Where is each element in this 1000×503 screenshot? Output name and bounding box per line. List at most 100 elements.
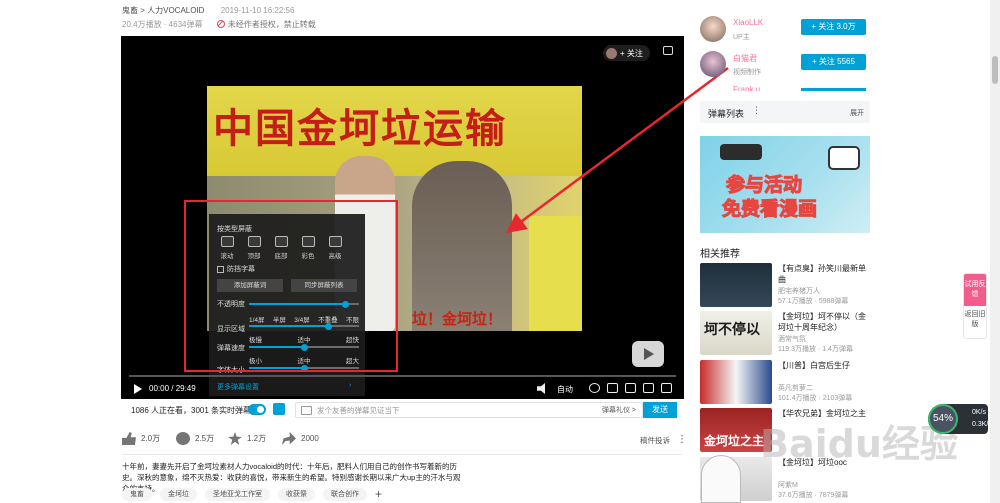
speed-percent: 54%: [928, 404, 958, 434]
uploader-name[interactable]: XiaoLLK: [733, 18, 763, 27]
uploader-name[interactable]: 白猫君: [733, 53, 757, 64]
widescreen-icon[interactable]: [625, 383, 636, 393]
like-button[interactable]: 2.0万: [122, 432, 160, 445]
video-stats-row: 20.4万播放 · 4634弹幕 未经作者授权，禁止转载: [122, 19, 316, 30]
tag[interactable]: 收获祭: [278, 488, 315, 501]
avatar[interactable]: [700, 51, 726, 77]
thumbnail-text: 坷不停以: [704, 321, 760, 337]
tag[interactable]: 金坷垃: [160, 488, 197, 501]
follow-label: + 关注: [620, 48, 643, 58]
more-options-icon[interactable]: ⋮: [752, 105, 761, 116]
avatar: [606, 47, 617, 59]
like-count: 2.0万: [141, 434, 161, 443]
font-style-icon[interactable]: [301, 405, 312, 415]
send-danmaku-button[interactable]: 发送: [643, 402, 677, 418]
related-item[interactable]: 【川普】白宫后生仔 英凡剪萝二 101.4万播放 · 2103弹幕: [700, 360, 870, 405]
related-author[interactable]: 肥宅养猪万人: [778, 286, 820, 296]
uploader-name[interactable]: Frank.u: [733, 86, 760, 91]
coin-count: 2.5万: [195, 434, 215, 443]
video-thumbnail[interactable]: [700, 360, 772, 404]
breadcrumb[interactable]: 鬼畜 > 人力VOCALOID: [122, 6, 204, 15]
related-stats: 101.4万播放 · 2103弹幕: [778, 395, 853, 402]
danmaku-setting-icon[interactable]: [273, 403, 285, 415]
coin-icon: [176, 432, 190, 445]
mascot-icon: [701, 455, 741, 503]
coin-button[interactable]: 2.5万: [176, 432, 214, 445]
follow-button[interactable]: + 关注 5565: [801, 54, 866, 70]
no-repost-icon: [216, 20, 225, 28]
promo-banner[interactable]: 参与活动 免费看漫画: [700, 136, 870, 233]
share-count: 2000: [301, 434, 319, 443]
related-stats: 37.6万播放 · 7879弹幕: [778, 492, 849, 499]
web-fullscreen-icon[interactable]: [643, 383, 654, 393]
related-stats: 119.3万播放 · 1.4万弹幕: [778, 346, 853, 353]
follow-button[interactable]: [801, 88, 866, 91]
feedback-icon[interactable]: [663, 46, 673, 55]
quality-auto-button[interactable]: 自动: [557, 384, 573, 395]
play-icon[interactable]: [134, 384, 142, 394]
view-stats: 20.4万播放 · 4634弹幕: [122, 20, 203, 29]
highlight-box: [184, 200, 398, 372]
uploader-card: 白猫君 视频制作 + 关注 5565: [700, 51, 870, 81]
player-follow-button[interactable]: + 关注: [603, 45, 650, 61]
return-old-version-button[interactable]: 返回旧版: [964, 310, 986, 330]
expand-button[interactable]: 展开: [850, 108, 864, 118]
player-controls: 00:00 / 29:49 自动: [121, 379, 684, 399]
tv-mascot-icon: [828, 146, 860, 170]
report-link[interactable]: 稿件投诉: [640, 435, 670, 446]
follow-button[interactable]: + 关注 3.0万: [801, 19, 866, 35]
trial-feedback-button[interactable]: 试用反馈: [964, 274, 986, 306]
publish-time: 2019-11-10 16:22:56: [220, 6, 295, 15]
related-item[interactable]: 坷不停以 【金坷垃】坷不停以（金坷垃十周年纪念） 酒常气氛 119.3万播放 ·…: [700, 311, 870, 356]
video-actions: 2.0万 2.5万 1.2万 2000 稿件投诉 ⋮: [122, 432, 687, 448]
bilibili-tv-logo-icon: [632, 341, 664, 367]
avatar[interactable]: [700, 16, 726, 42]
danmaku-input[interactable]: 发个友善的弹幕见证当下 弹幕礼仪 >: [295, 402, 643, 418]
danmaku-toggle[interactable]: [248, 404, 266, 415]
tag[interactable]: 联合创作: [323, 488, 367, 501]
video-progress-bar[interactable]: [129, 375, 676, 377]
volume-icon[interactable]: [537, 383, 545, 394]
download-speed: 0.3K/s: [972, 421, 992, 428]
video-thumbnail[interactable]: 坷不停以: [700, 311, 772, 355]
pip-icon[interactable]: [607, 383, 618, 393]
related-author[interactable]: 英凡剪萝二: [778, 383, 813, 393]
danmaku-send-bar: 1086 人正在看，3001 条实时弹幕 发个友善的弹幕见证当下 弹幕礼仪 > …: [121, 400, 684, 420]
danmaku-list-title: 弹幕列表: [708, 109, 745, 119]
like-icon: [122, 432, 136, 445]
network-speed-widget: 54% 0K/s 0.3K/s: [928, 404, 992, 434]
related-stats: 57.1万播放 · 5988弹幕: [778, 298, 849, 305]
add-tag-icon[interactable]: +: [375, 488, 382, 501]
related-item[interactable]: 【有点臭】孙笑川最新单曲 肥宅养猪万人 57.1万播放 · 5988弹幕: [700, 263, 870, 308]
danmaku-placeholder: 发个友善的弹幕见证当下: [317, 405, 400, 415]
video-subtitle: 垃！金坷垃！: [412, 311, 503, 328]
tag[interactable]: 鬼畜: [122, 488, 152, 501]
related-video-title[interactable]: 【川普】白宫后生仔: [778, 360, 870, 371]
related-author[interactable]: 阿紫M: [778, 480, 798, 490]
favorite-count: 1.2万: [247, 434, 267, 443]
video-meta-row: 鬼畜 > 人力VOCALOID 2019-11-10 16:22:56: [122, 5, 294, 16]
share-button[interactable]: 2000: [282, 432, 319, 445]
related-author[interactable]: 酒常气氛: [778, 334, 806, 344]
favorite-button[interactable]: 1.2万: [228, 432, 266, 445]
danmaku-etiquette-link[interactable]: 弹幕礼仪 >: [602, 405, 636, 415]
tag[interactable]: 圣地亚戈工作室: [205, 488, 270, 501]
copyright-text: 未经作者授权，禁止转载: [227, 20, 316, 29]
share-icon: [282, 432, 296, 445]
more-options-icon[interactable]: ⋮: [677, 434, 687, 445]
fullscreen-icon[interactable]: [661, 383, 672, 393]
video-thumbnail[interactable]: [700, 263, 772, 307]
feedback-sidebar: 试用反馈 返回旧版: [963, 273, 987, 339]
scrollbar-thumb[interactable]: [992, 56, 998, 84]
star-icon: [228, 432, 242, 445]
related-video-title[interactable]: 【有点臭】孙笑川最新单曲: [778, 263, 870, 285]
related-title: 相关推荐: [700, 249, 740, 260]
uploader-card: XiaoLLK UP主 + 关注 3.0万: [700, 16, 870, 46]
danmaku-list-header[interactable]: 弹幕列表 ⋮ 展开: [700, 101, 870, 123]
watching-count: 1086 人正在看，3001 条实时弹幕: [131, 406, 252, 415]
uploader-role: UP主: [733, 34, 750, 41]
bilibili-logo-icon: [720, 144, 762, 160]
divider: [122, 454, 682, 455]
settings-gear-icon[interactable]: [589, 383, 600, 393]
related-video-title[interactable]: 【金坷垃】坷不停以（金坷垃十周年纪念）: [778, 311, 870, 333]
